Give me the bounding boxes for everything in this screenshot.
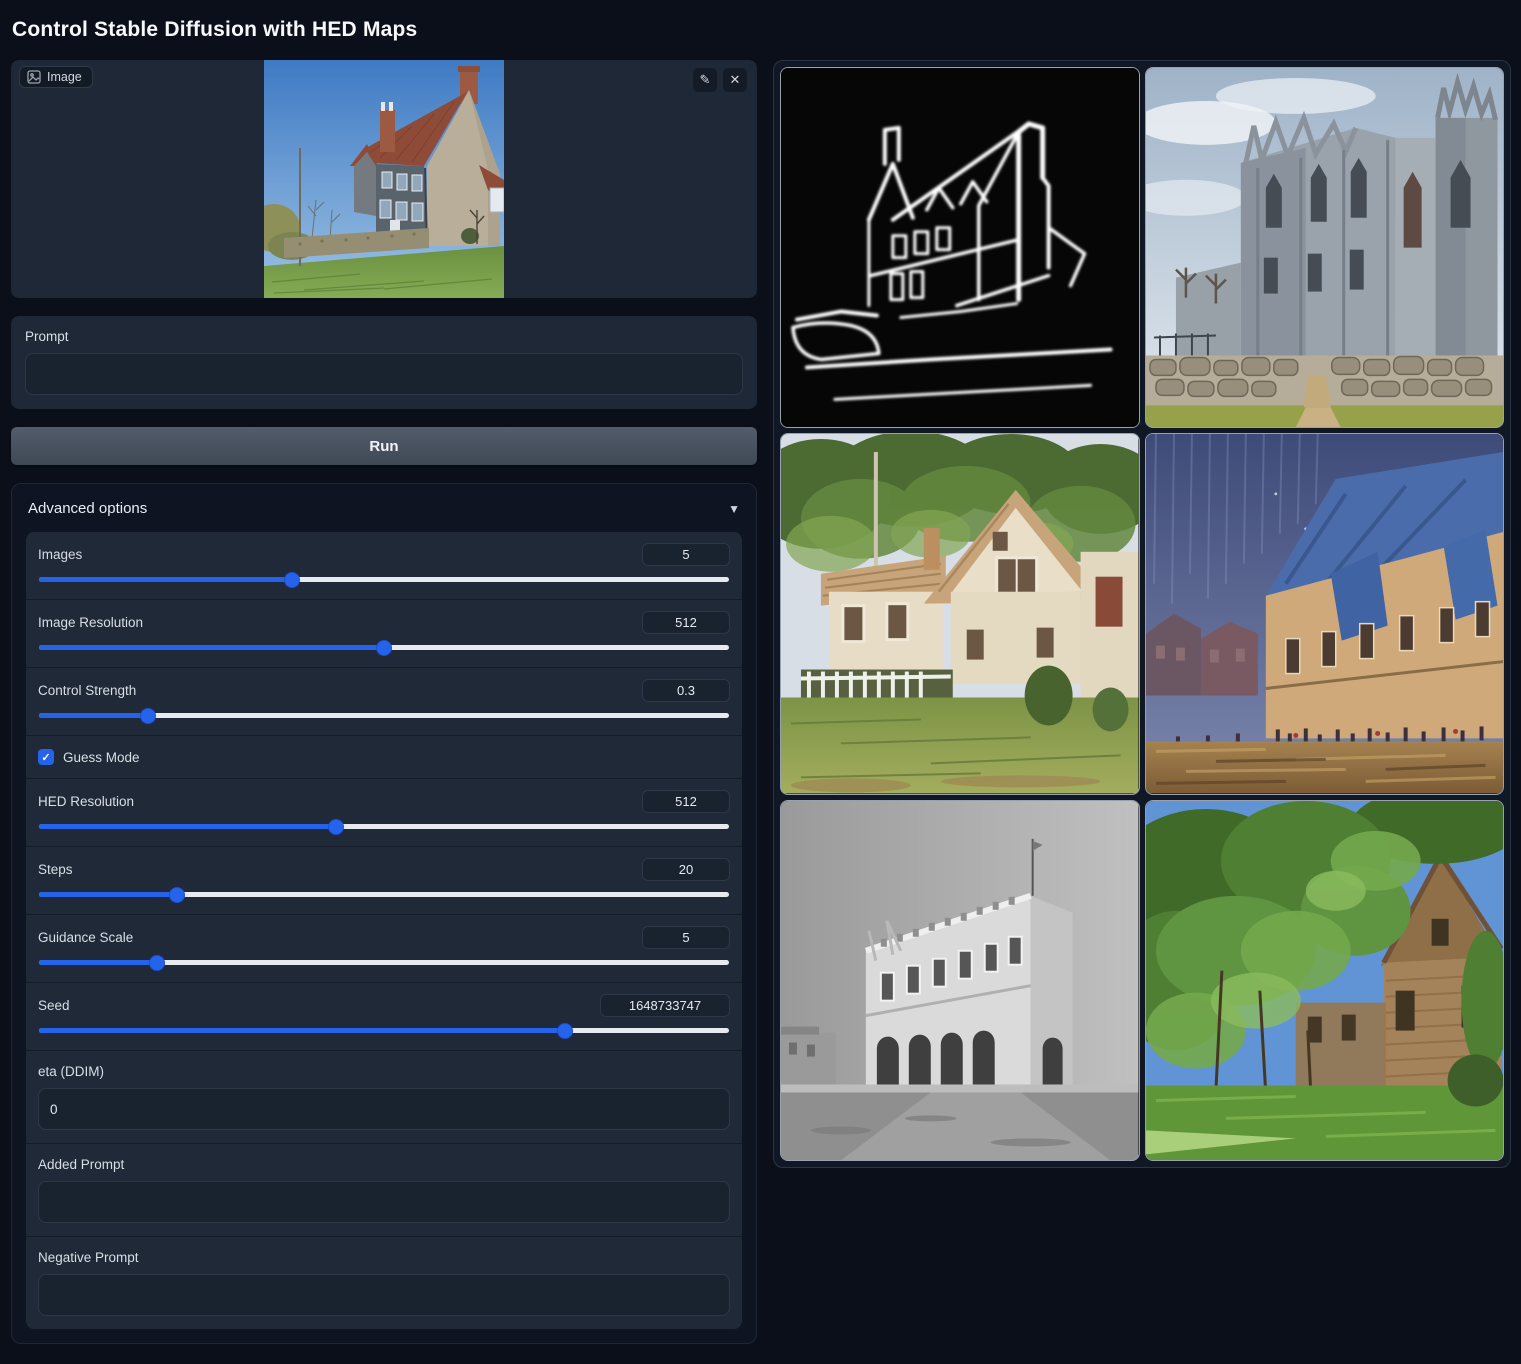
- guess-mode-checkbox[interactable]: ✓: [38, 749, 54, 765]
- image-resolution-slider-row: Image Resolution 512: [26, 599, 742, 667]
- image-resolution-slider[interactable]: [39, 645, 729, 650]
- results-column: [773, 60, 1511, 1168]
- result-gallery: [773, 60, 1511, 1168]
- prompt-input[interactable]: [25, 353, 743, 395]
- control-strength-value-input[interactable]: 0.3: [642, 679, 730, 702]
- slider-thumb[interactable]: [141, 709, 155, 723]
- run-button[interactable]: Run: [11, 427, 757, 465]
- guess-mode-label: Guess Mode: [63, 750, 140, 765]
- images-value-input[interactable]: 5: [642, 543, 730, 566]
- seed-value-input[interactable]: 1648733747: [600, 994, 730, 1017]
- gallery-item-painterly-cream-house[interactable]: [780, 433, 1140, 794]
- gallery-item-impressionist-house[interactable]: [1145, 433, 1505, 794]
- advanced-options-panel: Advanced options ▼ Images 5: [11, 483, 757, 1344]
- slider-thumb[interactable]: [285, 573, 299, 587]
- slider-thumb[interactable]: [558, 1024, 572, 1038]
- added-prompt-label: Added Prompt: [38, 1157, 730, 1172]
- images-slider-row: Images 5: [26, 532, 742, 599]
- house-photo: [264, 60, 504, 298]
- main-layout: Image ✎ ✕: [11, 60, 1510, 1344]
- edit-image-button[interactable]: ✎: [693, 68, 717, 92]
- slider-thumb[interactable]: [377, 641, 391, 655]
- eta-input[interactable]: 0: [38, 1088, 730, 1130]
- advanced-options-form: Images 5 Image Resolution 512: [26, 532, 742, 1329]
- seed-slider-row: Seed 1648733747: [26, 982, 742, 1050]
- app-root: Control Stable Diffusion with HED Maps I…: [0, 0, 1521, 1344]
- negative-prompt-row: Negative Prompt: [26, 1236, 742, 1329]
- slider-thumb[interactable]: [170, 888, 184, 902]
- clear-image-button[interactable]: ✕: [723, 68, 747, 92]
- guidance-scale-slider-row: Guidance Scale 5: [26, 914, 742, 982]
- hed-resolution-slider[interactable]: [39, 824, 729, 829]
- guidance-scale-value-input[interactable]: 5: [642, 926, 730, 949]
- slider-thumb[interactable]: [150, 956, 164, 970]
- image-component-label: Image: [19, 66, 93, 88]
- gallery-item-bw-stone-building[interactable]: [780, 800, 1140, 1161]
- controls-column: Image ✎ ✕: [11, 60, 757, 1344]
- uploaded-image[interactable]: [11, 60, 757, 298]
- image-resolution-value-input[interactable]: 512: [642, 611, 730, 634]
- added-prompt-row: Added Prompt: [26, 1143, 742, 1236]
- hed-resolution-slider-row: HED Resolution 512: [26, 778, 742, 846]
- negative-prompt-label: Negative Prompt: [38, 1250, 730, 1265]
- image-icon: [27, 70, 41, 84]
- guidance-scale-slider[interactable]: [39, 960, 729, 965]
- gallery-item-hed-edge-map[interactable]: [780, 67, 1140, 428]
- steps-slider[interactable]: [39, 892, 729, 897]
- slider-thumb[interactable]: [329, 820, 343, 834]
- gallery-item-gothic-cathedral[interactable]: [1145, 67, 1505, 428]
- input-image-component: Image ✎ ✕: [11, 60, 757, 298]
- guess-mode-row: ✓ Guess Mode: [26, 735, 742, 778]
- negative-prompt-input[interactable]: [38, 1274, 730, 1316]
- added-prompt-input[interactable]: [38, 1181, 730, 1223]
- advanced-options-accordion[interactable]: Advanced options ▼: [12, 484, 756, 532]
- images-slider[interactable]: [39, 577, 729, 582]
- chevron-down-icon: ▼: [728, 502, 740, 516]
- eta-label: eta (DDIM): [38, 1064, 730, 1079]
- seed-slider[interactable]: [39, 1028, 729, 1033]
- prompt-component: Prompt: [11, 316, 757, 409]
- steps-slider-row: Steps 20: [26, 846, 742, 914]
- gallery-item-brick-house-with-trees[interactable]: [1145, 800, 1505, 1161]
- control-strength-slider-row: Control Strength 0.3: [26, 667, 742, 735]
- page-title: Control Stable Diffusion with HED Maps: [12, 18, 1510, 42]
- eta-row: eta (DDIM) 0: [26, 1050, 742, 1143]
- steps-value-input[interactable]: 20: [642, 858, 730, 881]
- hed-resolution-value-input[interactable]: 512: [642, 790, 730, 813]
- prompt-label: Prompt: [25, 329, 743, 344]
- control-strength-slider[interactable]: [39, 713, 729, 718]
- image-actions: ✎ ✕: [693, 68, 747, 92]
